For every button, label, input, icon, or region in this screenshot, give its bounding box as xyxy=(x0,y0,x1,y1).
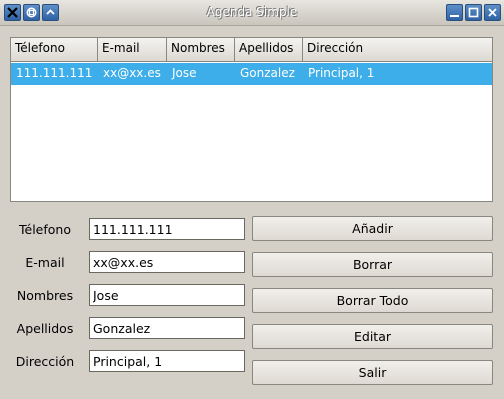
exit-button[interactable]: Salir xyxy=(252,360,493,385)
column-header-telefono[interactable]: Télefono xyxy=(11,38,98,62)
email-label: E-mail xyxy=(25,255,65,270)
table-header: Télefono E-mail Nombres Apellidos Direcc… xyxy=(11,38,492,62)
table-cell: Gonzalez xyxy=(240,66,295,80)
nombres-field[interactable] xyxy=(89,284,245,306)
add-button[interactable]: Añadir xyxy=(252,216,493,241)
window-title-text: Agenda Simple xyxy=(206,5,298,19)
table-cell: xx@xx.es xyxy=(103,66,161,80)
close-window-icon[interactable] xyxy=(484,4,501,21)
delete-button[interactable]: Borrar xyxy=(252,252,493,277)
direccion-label: Dirección xyxy=(15,354,75,369)
column-header-apellidos[interactable]: Apellidos xyxy=(235,38,303,62)
nombres-label: Nombres xyxy=(16,288,74,303)
window-title: Agenda Simple xyxy=(0,5,504,19)
telefono-label: Télefono xyxy=(19,222,71,237)
edit-button[interactable]: Editar xyxy=(252,324,493,349)
apellidos-field[interactable] xyxy=(89,317,245,339)
column-header-nombres[interactable]: Nombres xyxy=(167,38,235,62)
table-cell: Principal, 1 xyxy=(308,66,375,80)
minimize-icon[interactable] xyxy=(446,4,463,21)
contacts-table[interactable]: Télefono E-mail Nombres Apellidos Direcc… xyxy=(10,37,493,202)
telefono-field[interactable] xyxy=(89,218,245,240)
apellidos-label: Apellidos xyxy=(16,321,74,336)
table-row[interactable]: 111.111.111 xx@xx.es Jose Gonzalez Princ… xyxy=(11,63,492,85)
title-bar[interactable]: Agenda Simple xyxy=(0,0,504,26)
app-window: Agenda Simple Télefono E-mail Nombres Ap… xyxy=(0,0,504,399)
direccion-field[interactable] xyxy=(89,350,245,372)
delete-all-button[interactable]: Borrar Todo xyxy=(252,288,493,313)
table-cell: Jose xyxy=(172,66,197,80)
email-field[interactable] xyxy=(89,251,245,273)
column-header-email[interactable]: E-mail xyxy=(98,38,167,62)
column-header-direccion[interactable]: Dirección xyxy=(303,38,492,62)
table-cell: 111.111.111 xyxy=(16,66,93,80)
maximize-icon[interactable] xyxy=(465,4,482,21)
